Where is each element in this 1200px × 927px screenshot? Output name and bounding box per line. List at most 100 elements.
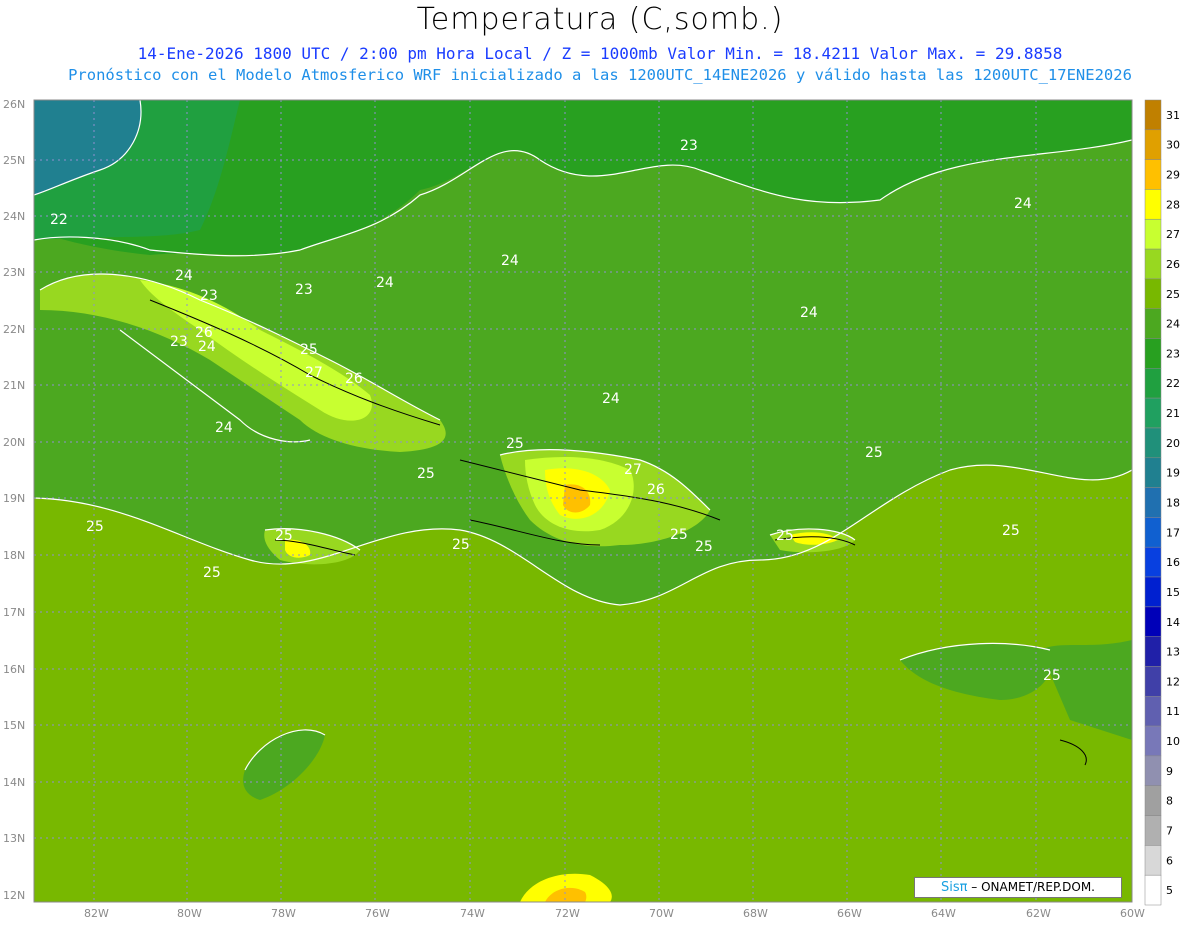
lat-label: 25N	[3, 154, 25, 167]
contour-label: 25	[452, 537, 470, 553]
lon-label: 70W	[649, 907, 674, 920]
contour-label: 24	[501, 253, 519, 269]
lon-label: 64W	[931, 907, 956, 920]
colorbar-swatch	[1144, 219, 1162, 250]
lat-label: 14N	[3, 776, 25, 789]
colorbar-swatch	[1144, 606, 1162, 637]
lon-label: 62W	[1026, 907, 1051, 920]
lat-label: 24N	[3, 210, 25, 223]
contour-label: 26	[647, 482, 665, 498]
colorbar-label: 11	[1166, 705, 1180, 718]
contour-label: 25	[695, 539, 713, 555]
contour-label: 25	[506, 436, 524, 452]
colorbar-label: 20	[1166, 437, 1180, 450]
colorbar-label: 16	[1166, 556, 1180, 569]
contour-label: 25	[776, 528, 794, 544]
lon-label: 78W	[271, 907, 296, 920]
colorbar-swatch	[1144, 845, 1162, 876]
contour-label: 25	[417, 466, 435, 482]
contour-label: 24	[800, 305, 818, 321]
colorbar-label: 27	[1166, 228, 1180, 241]
lat-label: 18N	[3, 549, 25, 562]
colorbar-label: 12	[1166, 675, 1180, 688]
longitude-axis: 82W 80W 78W 76W 74W 72W 70W 68W 66W 64W …	[84, 907, 1145, 920]
temperature-field	[34, 100, 1132, 902]
colorbar-swatch	[1144, 517, 1162, 548]
contour-label: 23	[200, 288, 218, 304]
lat-label: 13N	[3, 832, 25, 845]
colorbar-label: 22	[1166, 377, 1180, 390]
contour-label: 24	[1014, 196, 1032, 212]
credit-text: – ONAMET/REP.DOM.	[967, 880, 1095, 894]
contour-label: 24	[376, 275, 394, 291]
latitude-axis: 26N 25N 24N 23N 22N 21N 20N 19N 18N 17N …	[3, 98, 25, 902]
colorbar-label: 5	[1166, 884, 1173, 897]
colorbar-swatch	[1144, 278, 1162, 309]
colorbar-label: 19	[1166, 467, 1180, 480]
contour-label: 25	[203, 565, 221, 581]
contour-label: 25	[300, 342, 318, 358]
contour-label: 25	[1002, 523, 1020, 539]
colorbar-label: 6	[1166, 854, 1173, 867]
colorbar-swatch	[1144, 159, 1162, 190]
colorbar-swatch	[1144, 189, 1162, 220]
colorbar-swatch	[1144, 666, 1162, 697]
colorbar-swatch	[1144, 546, 1162, 578]
colorbar-label: 31	[1166, 109, 1180, 122]
lat-label: 26N	[3, 98, 25, 111]
colorbar-label: 23	[1166, 347, 1180, 360]
colorbar-label: 21	[1166, 407, 1180, 420]
colorbar-swatch	[1144, 815, 1162, 846]
lat-label: 22N	[3, 323, 25, 336]
colorbar-swatch	[1144, 308, 1162, 339]
lon-label: 66W	[837, 907, 862, 920]
colorbar-swatch	[1144, 725, 1162, 757]
contour-label: 24	[215, 420, 233, 436]
sispi-logo: Sisπ	[941, 880, 968, 895]
contour-label: 26	[345, 371, 363, 387]
colorbar-label: 29	[1166, 169, 1180, 182]
contour-label: 24	[198, 339, 216, 355]
colorbar-label: 14	[1166, 616, 1180, 629]
lat-label: 12N	[3, 889, 25, 902]
colorbar-label: 8	[1166, 795, 1173, 808]
credit-box: Sisπ – ONAMET/REP.DOM.	[914, 877, 1122, 898]
lat-label: 15N	[3, 719, 25, 732]
colorbar-swatch	[1144, 99, 1162, 131]
contour-label: 25	[86, 519, 104, 535]
contour-label: 25	[865, 445, 883, 461]
map-canvas: 22 23 24 23 24 24 23 24 26 23 24 25 27 2…	[3, 98, 1180, 920]
colorbar-label: 7	[1166, 825, 1173, 838]
lon-label: 82W	[84, 907, 109, 920]
colorbar-label: 26	[1166, 258, 1180, 271]
colorbar-label: 24	[1166, 318, 1180, 331]
lat-label: 17N	[3, 606, 25, 619]
lon-label: 80W	[177, 907, 202, 920]
colorbar-swatch	[1144, 755, 1162, 786]
contour-label: 23	[680, 138, 698, 154]
colorbar-swatch	[1144, 248, 1162, 280]
colorbar-swatch	[1144, 338, 1162, 369]
colorbar-swatch	[1144, 636, 1162, 667]
contour-label: 24	[602, 391, 620, 407]
colorbar-swatch	[1144, 487, 1162, 518]
lat-label: 21N	[3, 379, 25, 392]
contour-label: 22	[50, 212, 68, 228]
lon-label: 60W	[1120, 907, 1145, 920]
lat-label: 23N	[3, 266, 25, 279]
colorbar-label: 13	[1166, 646, 1180, 659]
colorbar-label: 15	[1166, 586, 1180, 599]
colorbar-swatch	[1144, 427, 1162, 459]
contour-label: 23	[295, 282, 313, 298]
colorbar-swatch	[1144, 457, 1162, 488]
contour-label: 25	[670, 527, 688, 543]
lon-label: 76W	[365, 907, 390, 920]
lat-label: 19N	[3, 492, 25, 505]
colorbar-swatch	[1144, 696, 1162, 727]
lon-label: 74W	[460, 907, 485, 920]
colorbar-label: 18	[1166, 497, 1180, 510]
colorbar-label: 9	[1166, 765, 1173, 778]
contour-label: 25	[275, 528, 293, 544]
colorbar-label: 28	[1166, 198, 1180, 211]
colorbar-swatch	[1144, 874, 1162, 906]
